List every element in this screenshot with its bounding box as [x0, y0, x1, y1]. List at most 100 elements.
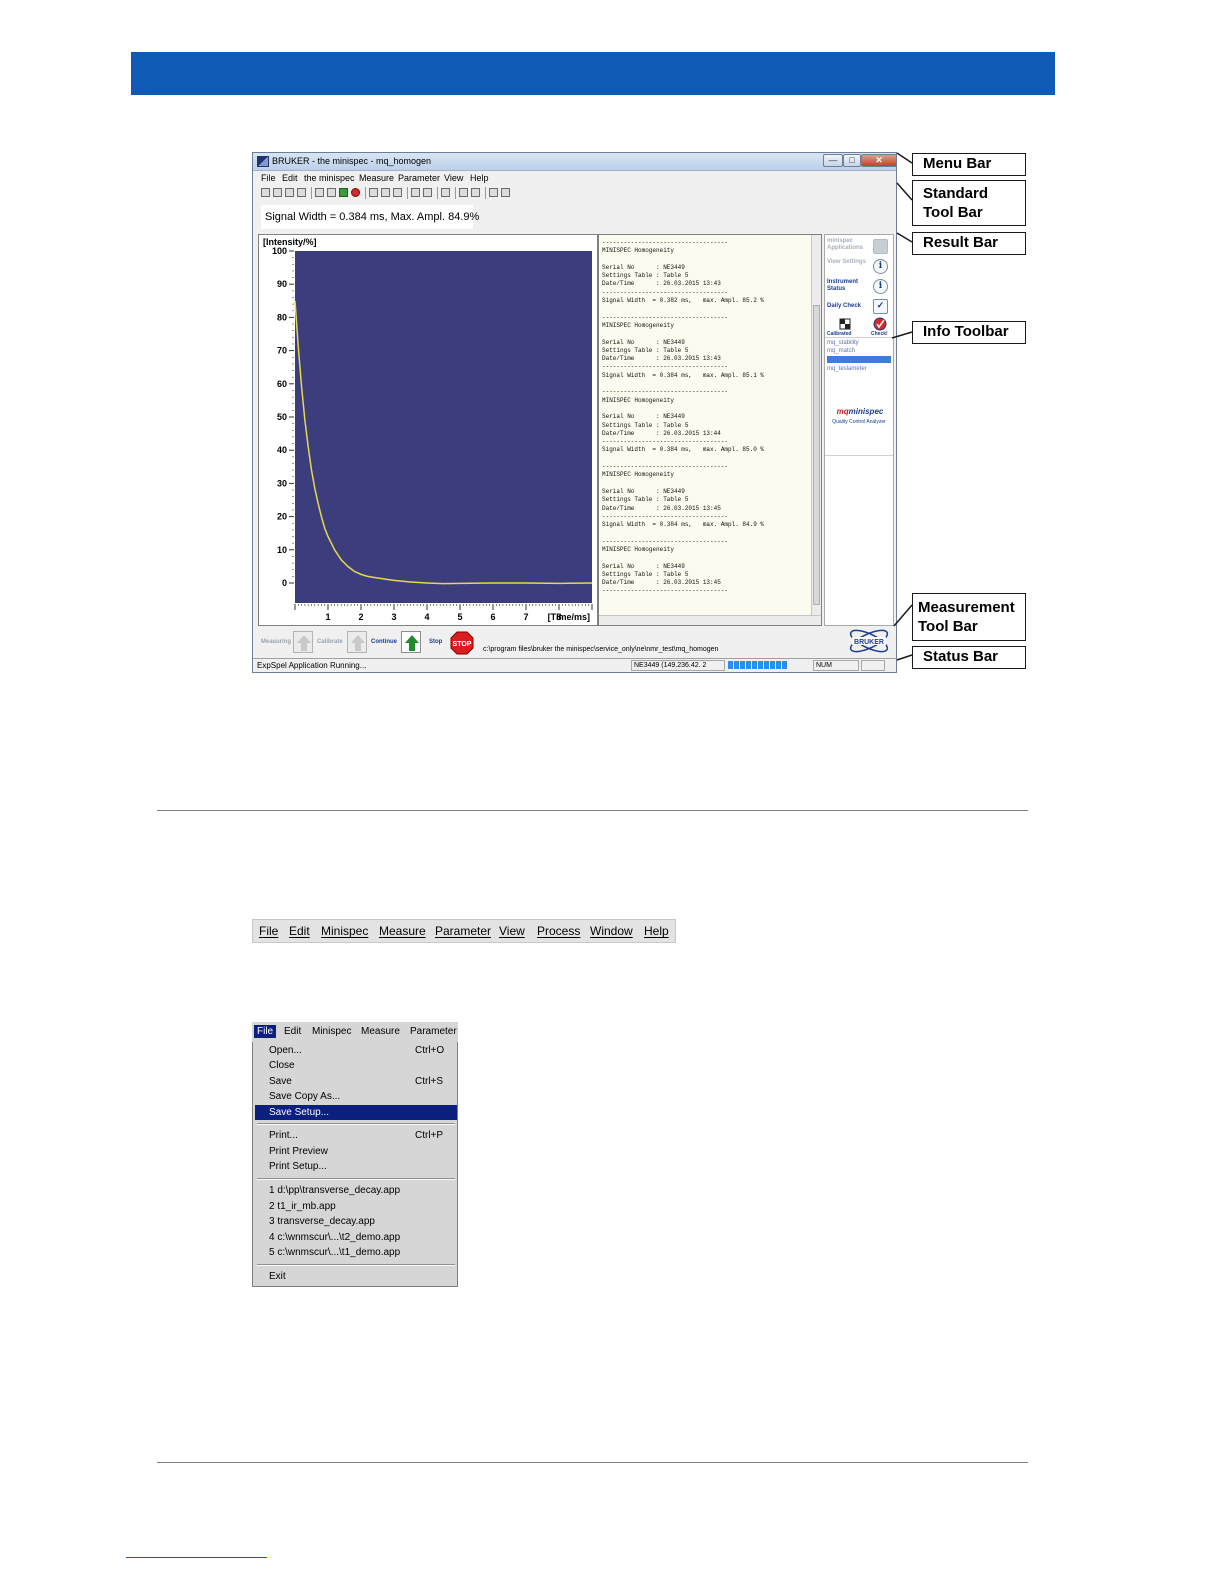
- progress-block: [728, 661, 733, 669]
- callout-standard-toolbar-line1: Standard: [923, 185, 989, 202]
- file-menu-recent-1[interactable]: 1 d:\pp\transverse_decay.app: [255, 1183, 457, 1198]
- x-tick-label: 7: [523, 612, 528, 622]
- standard-toolbar: [257, 186, 557, 200]
- progress-block: [752, 661, 757, 669]
- table-icon[interactable]: [423, 188, 432, 197]
- strip-menu-measure[interactable]: Measure: [379, 924, 426, 938]
- callout-info-toolbar: Info Toolbar: [912, 321, 1026, 344]
- file-menu-print[interactable]: Print... Ctrl+P: [255, 1128, 457, 1143]
- calibrate-label: Calibrate: [317, 639, 343, 645]
- callout-measurement-toolbar-line2: Tool Bar: [918, 618, 978, 635]
- open-icon[interactable]: [261, 188, 270, 197]
- file-menu-save[interactable]: Save Ctrl+S: [255, 1074, 457, 1089]
- strip-menu-view[interactable]: View: [499, 924, 525, 938]
- minimize-button[interactable]: —: [823, 154, 843, 167]
- menu-file[interactable]: File: [261, 173, 276, 183]
- copy-icon[interactable]: [393, 188, 402, 197]
- application-window: BRUKER - the minispec - mq_homogen — □ ✕…: [252, 152, 897, 673]
- progress-block: [776, 661, 781, 669]
- file-menu-exit[interactable]: Exit: [255, 1269, 457, 1284]
- context-help-icon[interactable]: [471, 188, 480, 197]
- dd-menu-measure[interactable]: Measure: [361, 1026, 400, 1037]
- window-title: BRUKER - the minispec - mq_homogen: [272, 156, 432, 166]
- file-menu-print-setup[interactable]: Print Setup...: [255, 1159, 457, 1174]
- callout-status-bar: Status Bar: [912, 646, 1026, 669]
- instrument-status-item[interactable]: Instrument Status: [827, 279, 871, 293]
- strip-menu-process[interactable]: Process: [537, 924, 580, 938]
- file-menu-recent-5[interactable]: 5 c:\wnmscur\...\t1_demo.app: [255, 1245, 457, 1260]
- menu-edit[interactable]: Edit: [282, 173, 298, 183]
- dd-menu-minispec[interactable]: Minispec: [312, 1026, 351, 1037]
- save-all-icon[interactable]: [285, 188, 294, 197]
- continue-button[interactable]: [401, 631, 421, 653]
- dd-menu-file[interactable]: File: [254, 1025, 277, 1038]
- leader-standard-toolbar: [896, 182, 913, 201]
- chart-icon[interactable]: [411, 188, 420, 197]
- settings-icon[interactable]: [381, 188, 390, 197]
- strip-menu-parameter[interactable]: Parameter: [435, 924, 491, 938]
- strip-menu-edit[interactable]: Edit: [289, 924, 310, 938]
- dd-menu-edit[interactable]: Edit: [284, 1026, 301, 1037]
- help-icon[interactable]: [459, 188, 468, 197]
- leader-result-bar: [896, 232, 913, 243]
- menu-help[interactable]: Help: [470, 173, 489, 183]
- file-menu-recent-4[interactable]: 4 c:\wnmscur\...\t2_demo.app: [255, 1230, 457, 1245]
- signal-chart-panel: [Intensity/%] 0 10 20 30 40 50 60 70 80 90 100 1 2 3 4…: [258, 234, 598, 626]
- log-scroll-thumb[interactable]: [813, 305, 820, 605]
- maximize-button[interactable]: □: [843, 154, 861, 167]
- menu-the-minispec[interactable]: the minispec: [304, 173, 355, 183]
- progress-block: [758, 661, 763, 669]
- edit-icon[interactable]: [489, 188, 498, 197]
- tools-icon[interactable]: [369, 188, 378, 197]
- title-bar[interactable]: BRUKER - the minispec - mq_homogen — □ ✕: [253, 153, 896, 171]
- minispec-applications-item[interactable]: minispec Applications: [827, 238, 871, 252]
- file-menu-save-setup[interactable]: Save Setup...: [255, 1105, 457, 1120]
- y-tick-label: 80: [277, 312, 287, 322]
- file-menu-recent-3[interactable]: 3 transverse_decay.app: [255, 1214, 457, 1229]
- delete-icon[interactable]: [501, 188, 510, 197]
- view-settings-item[interactable]: View Settings: [827, 259, 867, 266]
- menu-measure[interactable]: Measure: [359, 173, 394, 183]
- file-menu-print-preview[interactable]: Print Preview: [255, 1144, 457, 1159]
- menu-parameter[interactable]: Parameter: [398, 173, 440, 183]
- file-menu-recent-2[interactable]: 2 t1_ir_mb.app: [255, 1199, 457, 1214]
- stop-sign-text: STOP: [453, 641, 472, 648]
- save-icon[interactable]: [273, 188, 282, 197]
- start-icon[interactable]: [339, 188, 348, 197]
- toolbar-separator: [407, 187, 408, 199]
- result-log-text: ----------------------------------- MINI…: [602, 239, 765, 595]
- callout-standard-toolbar-line2: Tool Bar: [923, 204, 983, 221]
- x-tick-label: 5: [457, 612, 462, 622]
- calibrate-button[interactable]: [347, 631, 367, 653]
- strip-menu-window[interactable]: Window: [590, 924, 633, 938]
- menu-separator: [257, 1178, 455, 1180]
- file-menu-close[interactable]: Close: [255, 1058, 457, 1073]
- log-horizontal-scrollbar[interactable]: [599, 615, 821, 625]
- callout-measurement-toolbar-line1: Measurement: [918, 599, 1015, 616]
- menu-view[interactable]: View: [444, 173, 463, 183]
- dd-menu-parameter[interactable]: Parameter: [410, 1026, 457, 1037]
- stop-button[interactable]: STOP: [450, 631, 474, 655]
- cursor-icon[interactable]: [441, 188, 450, 197]
- file-menu-open[interactable]: Open... Ctrl+O: [255, 1043, 457, 1058]
- print-icon[interactable]: [297, 188, 306, 197]
- toolbar-separator: [365, 187, 366, 199]
- toolbar-separator: [485, 187, 486, 199]
- x-axis-label: [Time/ms]: [548, 612, 590, 622]
- daily-check-item[interactable]: Daily Check: [827, 303, 861, 310]
- file-dropdown-menu: Open... Ctrl+O Close Save Ctrl+S Save Copy…: [252, 1042, 458, 1287]
- file-menu-save-copy-as[interactable]: Save Copy As...: [255, 1089, 457, 1104]
- y-tick-label: 70: [277, 346, 287, 356]
- x-tick-label: 4: [424, 612, 429, 622]
- zoom-out-icon[interactable]: [327, 188, 336, 197]
- plot-area: [295, 251, 592, 603]
- strip-menu-file[interactable]: File: [259, 924, 278, 938]
- strip-menu-minispec[interactable]: Minispec: [321, 924, 368, 938]
- strip-menu-help[interactable]: Help: [644, 924, 669, 938]
- zoom-in-icon[interactable]: [315, 188, 324, 197]
- measuring-button[interactable]: [293, 631, 313, 653]
- progress-block: [740, 661, 745, 669]
- stop-icon[interactable]: [351, 188, 360, 197]
- log-vertical-scrollbar[interactable]: [811, 235, 821, 617]
- y-tick-label: 0: [282, 578, 287, 588]
